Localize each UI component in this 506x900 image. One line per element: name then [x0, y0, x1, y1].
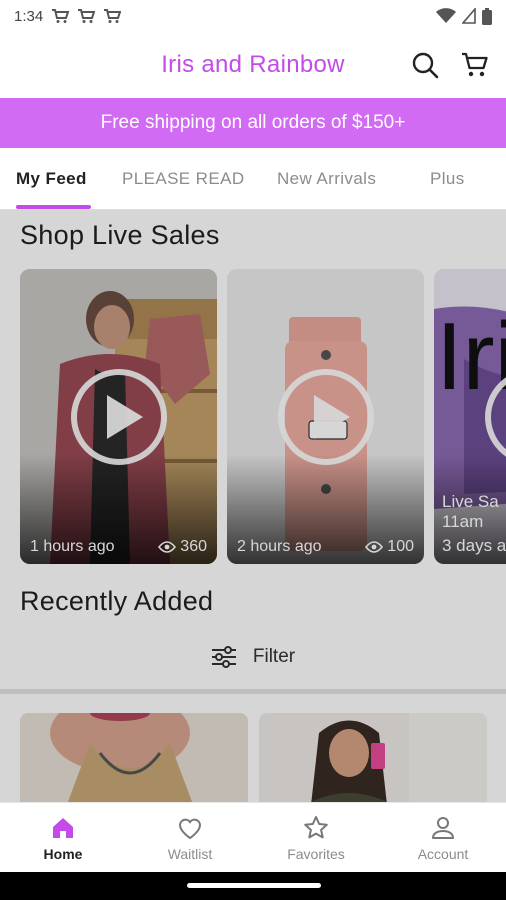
cart-notification-icon — [104, 9, 122, 23]
recently-added-heading: Recently Added — [20, 586, 214, 616]
live-sale-card[interactable]: 2 hours ago 100 — [227, 269, 424, 564]
filter-label: Filter — [252, 646, 296, 667]
category-tabs: My Feed PLEASE READ New Arrivals Plus — [0, 148, 506, 210]
tab-label: My Feed — [16, 169, 87, 188]
live-sale-card[interactable]: 1 hours ago 360 — [20, 269, 217, 564]
heart-icon — [178, 818, 202, 840]
live-time-ago: 3 days a — [442, 536, 506, 555]
system-gesture-bar — [0, 872, 506, 900]
live-time-ago: 2 hours ago — [237, 538, 322, 555]
nav-label: Account — [417, 846, 469, 862]
view-count-value: 100 — [387, 538, 414, 555]
tab-please-read[interactable]: PLEASE READ — [122, 148, 245, 210]
tab-label: New Arrivals — [277, 169, 377, 188]
bottom-navigation: Home Waitlist Favorites Account — [0, 802, 506, 872]
filter-sliders-icon — [211, 646, 236, 668]
filter-button[interactable]: Filter — [0, 638, 506, 676]
cart-icon[interactable] — [460, 50, 490, 80]
nav-favorites[interactable]: Favorites — [253, 803, 379, 873]
star-icon — [304, 816, 328, 839]
nav-label: Home — [43, 846, 83, 862]
feed-content[interactable]: Shop Live Sales 1 hours ago 360 2 hours … — [0, 210, 506, 802]
nav-label: Waitlist — [167, 846, 213, 862]
active-tab-indicator — [16, 205, 91, 209]
view-count: 360 — [158, 538, 207, 556]
free-shipping-banner[interactable]: Free shipping on all orders of $150+ — [0, 98, 506, 148]
live-time-ago: 1 hours ago — [30, 538, 115, 555]
search-icon[interactable] — [410, 50, 440, 80]
tab-new-arrivals[interactable]: New Arrivals — [277, 148, 376, 210]
cart-notification-icon — [78, 9, 96, 23]
home-icon — [53, 818, 73, 838]
tab-plus[interactable]: Plus — [430, 148, 465, 210]
app-header: Iris and Rainbow — [0, 32, 506, 98]
banner-text: Free shipping on all orders of $150+ — [100, 112, 406, 133]
nav-waitlist[interactable]: Waitlist — [127, 803, 253, 873]
card-meta: 2 hours ago 100 — [237, 538, 414, 556]
person-icon — [432, 817, 454, 839]
product-card[interactable] — [20, 713, 248, 802]
live-sales-carousel[interactable]: 1 hours ago 360 2 hours ago 100 Iri Live… — [20, 269, 506, 564]
eye-icon — [365, 541, 384, 553]
product-card[interactable] — [259, 713, 487, 802]
cart-notification-icon — [52, 9, 70, 23]
store-title: Iris and Rainbow — [161, 51, 345, 78]
shop-live-sales-heading: Shop Live Sales — [20, 220, 220, 250]
eye-icon — [158, 541, 177, 553]
tab-my-feed[interactable]: My Feed — [16, 148, 87, 210]
home-gesture-handle[interactable] — [187, 883, 321, 888]
battery-icon — [482, 7, 492, 25]
wifi-icon — [436, 8, 456, 23]
live-sale-time: 11am — [442, 512, 484, 531]
play-icon — [313, 395, 350, 439]
section-divider — [0, 689, 506, 694]
status-bar: 1:34 — [0, 0, 506, 32]
product-image — [259, 713, 487, 802]
card-meta: 1 hours ago 360 — [30, 538, 207, 556]
view-count-value: 360 — [180, 538, 207, 555]
nav-label: Favorites — [287, 846, 345, 862]
app-screen: 1:34 Iris and Rainbow Free shipping on a… — [0, 0, 506, 900]
status-time: 1:34 — [14, 7, 44, 25]
tab-label: Plus — [430, 169, 465, 188]
signal-icon — [462, 8, 476, 24]
live-sale-title: Live Sa — [442, 492, 499, 511]
tab-label: PLEASE READ — [122, 169, 245, 188]
view-count: 100 — [365, 538, 414, 556]
play-icon — [106, 395, 143, 439]
nav-home[interactable]: Home — [0, 803, 126, 873]
live-sale-card[interactable]: Iri Live Sa 11am 3 days a — [434, 269, 506, 564]
nav-account[interactable]: Account — [380, 803, 506, 873]
card-meta: Live Sa 11am 3 days a — [442, 492, 506, 556]
product-image — [20, 713, 248, 802]
